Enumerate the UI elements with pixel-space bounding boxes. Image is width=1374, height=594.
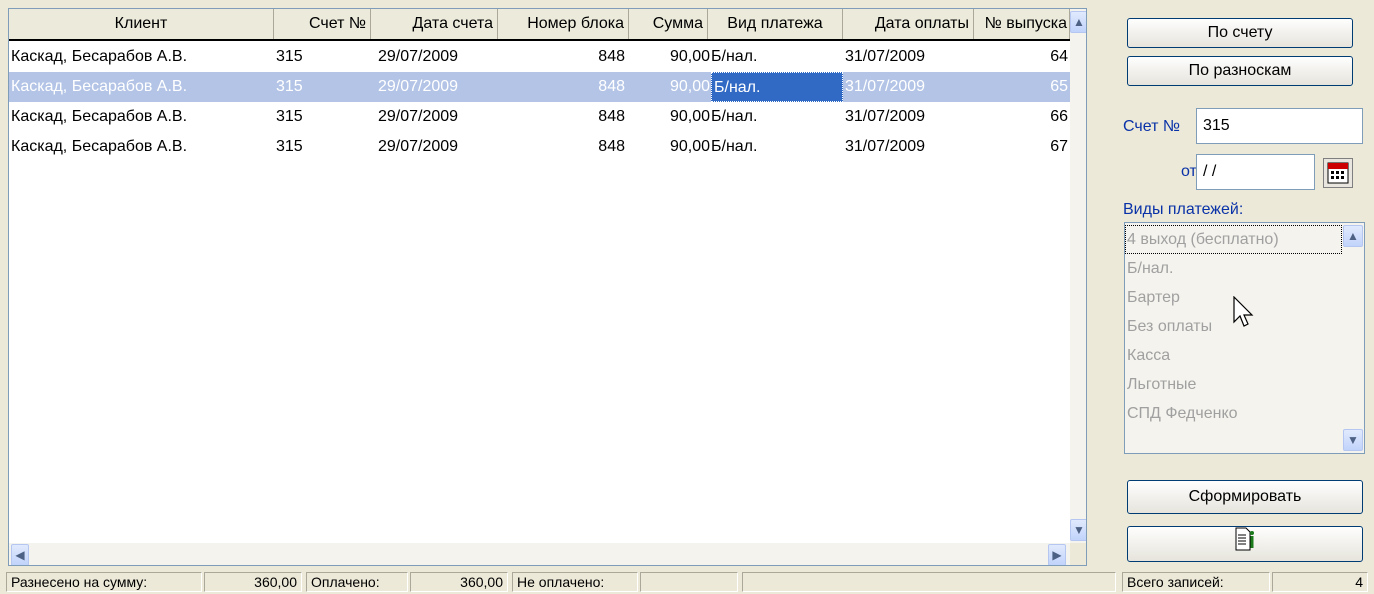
list-item[interactable]: Касса (1125, 341, 1342, 370)
cell-issue-no[interactable]: 65 (974, 72, 1068, 102)
payments-grid[interactable]: Клиент Счет № Дата счета Номер блока Сум… (8, 8, 1087, 566)
posted-sum-label: Разнесено на сумму: (6, 572, 202, 592)
cell-payment-date[interactable]: 31/07/2009 (845, 132, 974, 162)
cell-payment-date[interactable]: 31/07/2009 (845, 42, 974, 72)
cell-block-no[interactable]: 848 (498, 42, 625, 72)
cell-sum[interactable]: 90,00 (629, 102, 710, 132)
cell-payment-type[interactable]: Б/нал. (711, 72, 843, 102)
listbox-scroll-up-icon[interactable]: ▲ (1343, 225, 1363, 247)
cell-client[interactable]: Каскад, Бесарабов А.В. (11, 132, 274, 162)
by-invoice-button[interactable]: По счету (1127, 18, 1353, 48)
status-bar: Разнесено на сумму: 360,00 Оплачено: 360… (0, 568, 1374, 594)
cell-invoice-no[interactable]: 315 (276, 42, 316, 72)
cell-block-no[interactable]: 848 (498, 102, 625, 132)
cell-block-no[interactable]: 848 (498, 132, 625, 162)
posted-sum-value: 360,00 (204, 572, 302, 592)
listbox-scrollbar[interactable]: ▲ ▼ (1342, 223, 1364, 453)
table-row[interactable]: Каскад, Бесарабов А.В. 315 29/07/2009 848 90… (9, 132, 1086, 162)
horizontal-scrollbar[interactable]: ◀ ▶ (9, 543, 1070, 565)
list-item[interactable]: СПД Федченко (1125, 399, 1342, 428)
column-header-sum[interactable]: Сумма (629, 9, 708, 39)
cell-issue-no[interactable]: 64 (974, 42, 1068, 72)
column-header-client[interactable]: Клиент (9, 9, 274, 39)
scrollbar-corner (1070, 543, 1086, 565)
scroll-left-icon[interactable]: ◀ (11, 544, 29, 565)
cell-client[interactable]: Каскад, Бесарабов А.В. (11, 72, 274, 102)
list-item[interactable]: 4 выход (бесплатно) (1125, 225, 1342, 254)
cell-payment-type[interactable]: Б/нал. (711, 102, 843, 132)
cell-block-no[interactable]: 848 (498, 72, 625, 102)
grid-rows: Каскад, Бесарабов А.В. 315 29/07/2009 848 90… (9, 42, 1086, 162)
table-row[interactable]: Каскад, Бесарабов А.В. 315 29/07/2009 848 90… (9, 102, 1086, 132)
generate-button[interactable]: Сформировать (1127, 480, 1363, 514)
cell-invoice-no[interactable]: 315 (276, 102, 316, 132)
payment-types-label: Виды платежей: (1123, 201, 1244, 218)
cell-invoice-date[interactable]: 29/07/2009 (378, 42, 488, 72)
paid-label: Оплачено: (306, 572, 408, 592)
column-header-payment-type[interactable]: Вид платежа (708, 9, 843, 39)
column-header-issue-no[interactable]: № выпуска (974, 9, 1070, 39)
list-item[interactable]: Б/нал. (1125, 254, 1342, 283)
cell-invoice-no[interactable]: 315 (276, 132, 316, 162)
report-info-icon (1234, 527, 1256, 561)
total-records-value: 4 (1272, 572, 1368, 592)
table-row[interactable]: Каскад, Бесарабов А.В. 315 29/07/2009 848 90… (9, 42, 1086, 72)
list-item[interactable]: Льготные (1125, 370, 1342, 399)
cell-sum[interactable]: 90,00 (629, 42, 710, 72)
grid-header: Клиент Счет № Дата счета Номер блока Сум… (9, 9, 1086, 41)
cell-payment-date[interactable]: 31/07/2009 (845, 72, 974, 102)
cell-payment-date[interactable]: 31/07/2009 (845, 102, 974, 132)
scroll-up-icon[interactable]: ▲ (1070, 11, 1086, 33)
cell-invoice-date[interactable]: 29/07/2009 (378, 72, 488, 102)
cell-issue-no[interactable]: 66 (974, 102, 1068, 132)
scroll-down-icon[interactable]: ▼ (1070, 519, 1086, 541)
cell-invoice-date[interactable]: 29/07/2009 (378, 132, 488, 162)
cell-sum[interactable]: 90,00 (629, 132, 710, 162)
cell-invoice-date[interactable]: 29/07/2009 (378, 102, 488, 132)
cell-payment-type[interactable]: Б/нал. (711, 132, 843, 162)
payment-types-listbox[interactable]: 4 выход (бесплатно) Б/нал. Бартер Без оплат… (1124, 222, 1365, 454)
from-date-field[interactable]: / / (1196, 154, 1315, 190)
listbox-scroll-down-icon[interactable]: ▼ (1343, 429, 1363, 451)
column-header-invoice-no[interactable]: Счет № (274, 9, 371, 39)
cell-client[interactable]: Каскад, Бесарабов А.В. (11, 42, 274, 72)
scroll-right-icon[interactable]: ▶ (1048, 544, 1066, 565)
table-row[interactable]: Каскад, Бесарабов А.В. 315 29/07/2009 848 90… (9, 72, 1070, 102)
filter-panel: По счету По разноскам Счет № 315 от / / … (1118, 8, 1370, 566)
column-header-invoice-date[interactable]: Дата счета (371, 9, 498, 39)
cell-payment-type[interactable]: Б/нал. (711, 42, 843, 72)
invoice-no-label: Счет № (1123, 118, 1181, 135)
cell-issue-no[interactable]: 67 (974, 132, 1068, 162)
total-records-label: Всего записей: (1122, 572, 1270, 592)
report-button[interactable] (1127, 526, 1363, 562)
status-spacer (742, 572, 1116, 592)
unpaid-value (640, 572, 738, 592)
from-date-label: от (1181, 163, 1197, 180)
invoice-no-field[interactable]: 315 (1196, 108, 1363, 144)
column-header-payment-date[interactable]: Дата оплаты (843, 9, 974, 39)
by-postings-button[interactable]: По разноскам (1127, 56, 1353, 86)
mouse-cursor-icon (1233, 295, 1255, 335)
calendar-icon[interactable] (1323, 158, 1353, 188)
column-header-block-no[interactable]: Номер блока (498, 9, 629, 39)
cell-client[interactable]: Каскад, Бесарабов А.В. (11, 102, 274, 132)
vertical-scrollbar[interactable]: ▲ ▼ (1070, 9, 1086, 543)
cell-invoice-no[interactable]: 315 (276, 72, 316, 102)
unpaid-label: Не оплачено: (512, 572, 638, 592)
cell-sum[interactable]: 90,00 (629, 72, 710, 102)
paid-value: 360,00 (410, 572, 508, 592)
